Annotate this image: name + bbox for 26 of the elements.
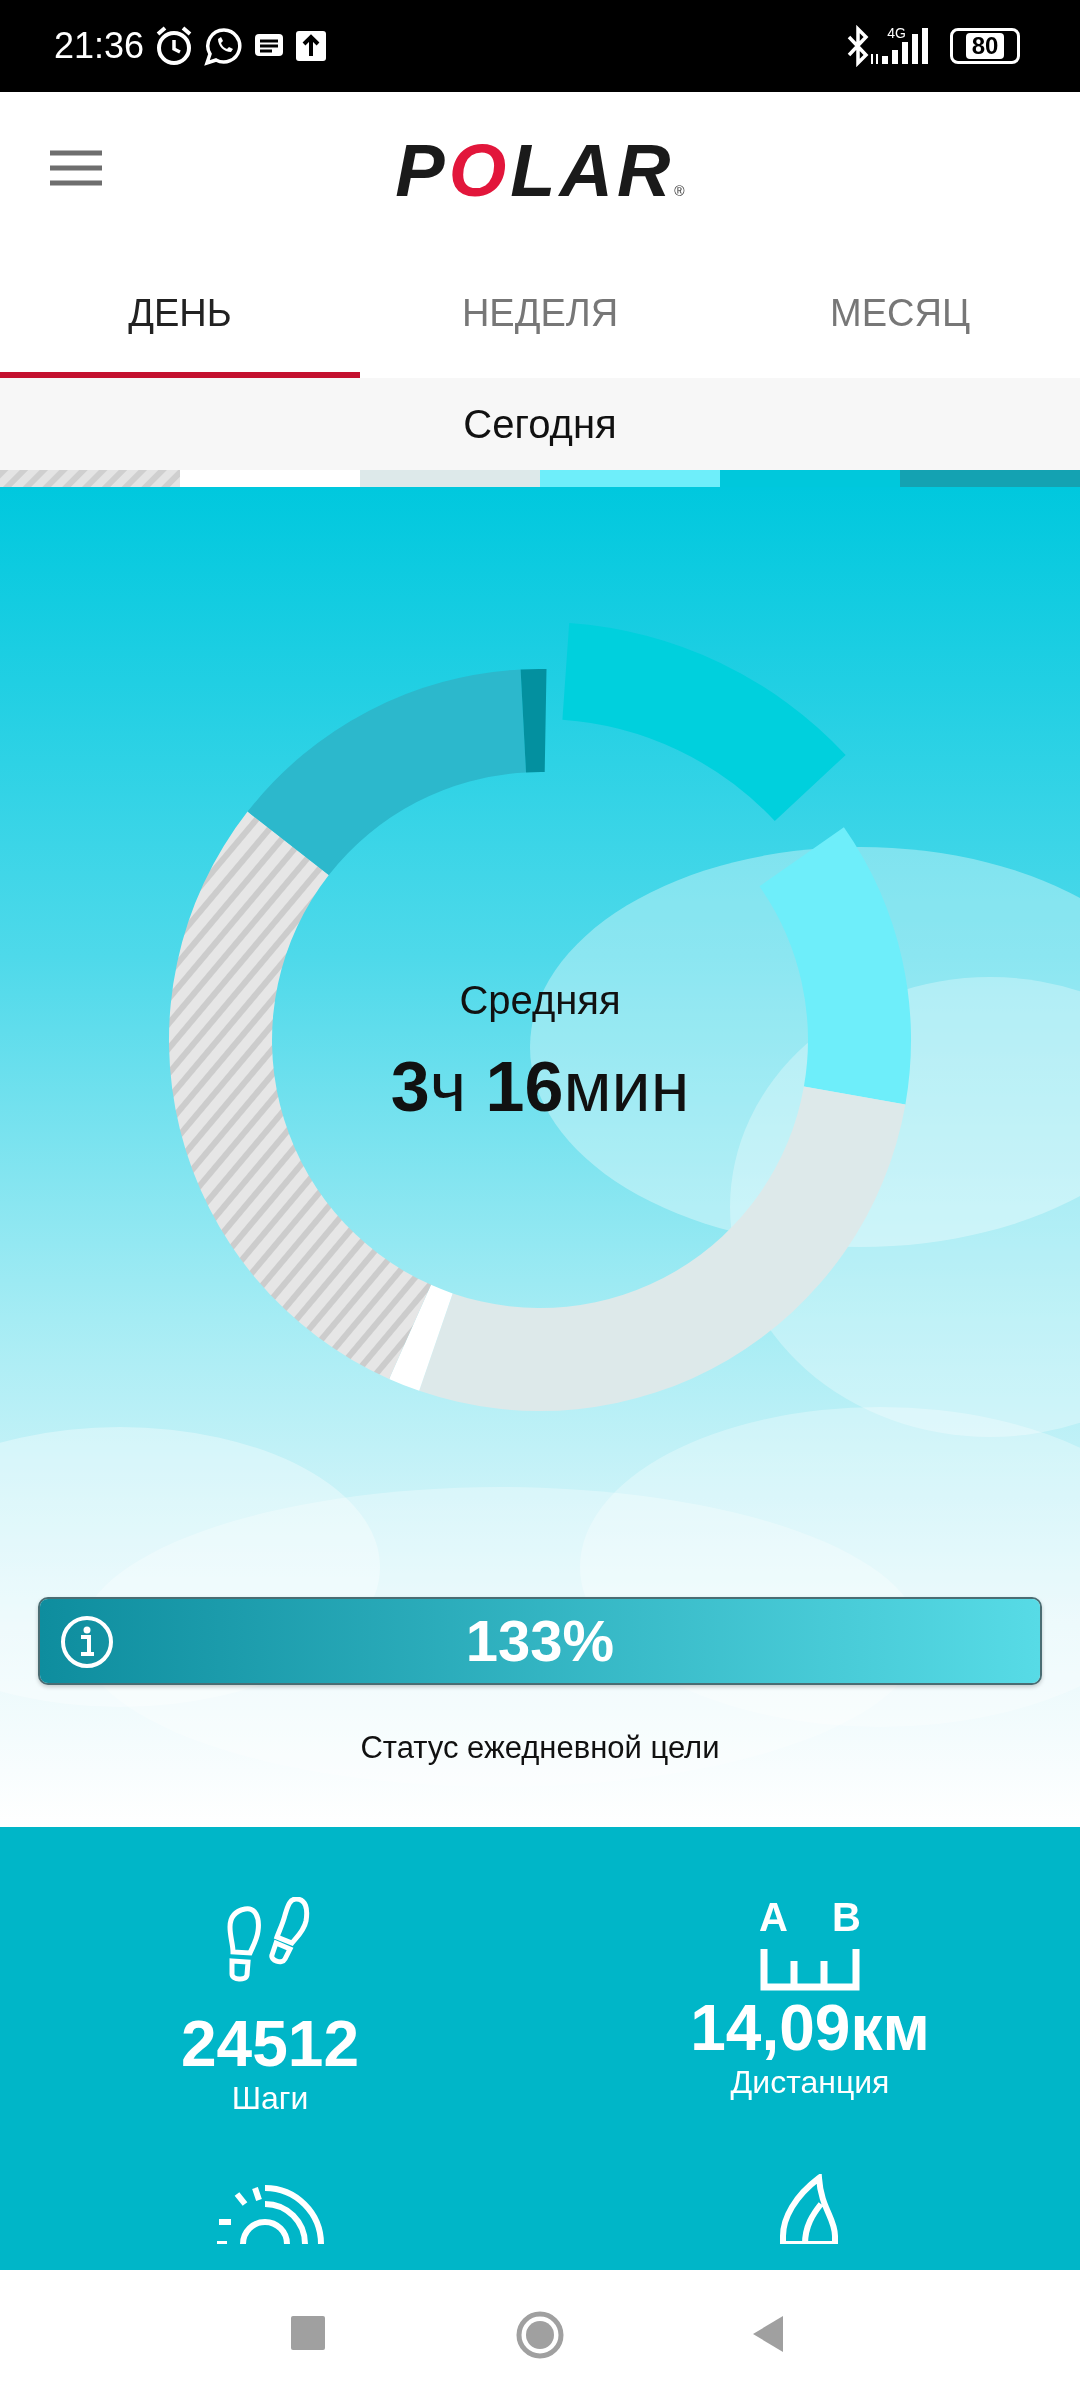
network-type: 4G <box>887 26 906 40</box>
stat-label: Дистанция <box>730 2063 890 2102</box>
upload-icon <box>294 29 329 63</box>
point-label: A <box>759 1897 788 1937</box>
chat-icon <box>204 26 245 66</box>
menu-icon <box>50 148 102 188</box>
ring-label: Средняя <box>458 977 622 1024</box>
point-label: B <box>832 1897 861 1937</box>
brand-logo: POLAR <box>395 134 675 208</box>
battery-icon: 80 <box>950 28 1020 64</box>
home-button[interactable] <box>515 2310 565 2360</box>
period-tab[interactable]: МЕСЯЦ <box>720 250 1080 378</box>
info-icon <box>60 1615 114 1669</box>
info-button[interactable] <box>60 1615 114 1669</box>
goal-caption: Статус ежедневной цели <box>360 1729 720 1767</box>
clock-time: 21:36 <box>54 24 145 68</box>
trademark-mark: ® <box>674 182 685 201</box>
period-tab[interactable]: НЕДЕЛЯ <box>360 250 720 378</box>
stat-label: Шаги <box>231 2079 309 2118</box>
home-icon <box>515 2310 565 2360</box>
stat-value: 14,09км <box>690 1993 930 2064</box>
stat-value: 24512 <box>181 2009 359 2080</box>
menu-button[interactable] <box>50 148 102 188</box>
goal-percent: 133% <box>465 1607 615 1675</box>
date-label: Сегодня <box>463 401 617 448</box>
ring-value: 3ч 16мин <box>389 1047 691 1128</box>
